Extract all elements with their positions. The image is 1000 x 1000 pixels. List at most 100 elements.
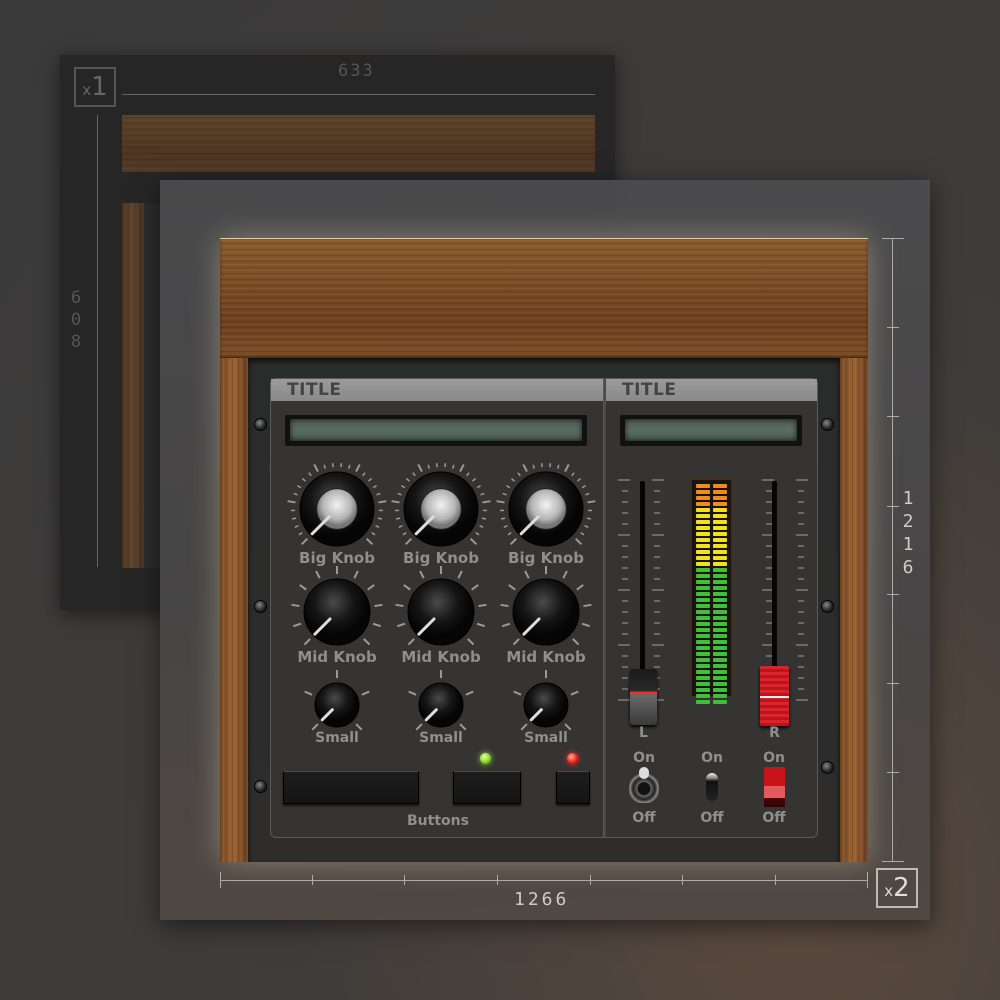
meter-segment <box>696 604 710 608</box>
mid-knob-label: Mid Knob <box>401 648 481 666</box>
x1-width-ruler <box>122 94 595 95</box>
screw-icon <box>822 419 833 430</box>
meter-segment <box>696 640 710 644</box>
meter-segment <box>696 544 710 548</box>
x2-scale-badge: x2 <box>876 868 918 908</box>
meter-segment <box>713 568 727 572</box>
meter-segment <box>713 640 727 644</box>
fader-tick <box>654 578 660 580</box>
meter-segment <box>696 568 710 572</box>
meter-segment <box>713 688 727 692</box>
fader-tick <box>622 633 628 635</box>
meter-segment-row <box>696 700 727 706</box>
screw-icon <box>255 419 266 430</box>
medium-button[interactable] <box>453 771 521 804</box>
fader-tick <box>654 545 660 547</box>
lever-switch[interactable] <box>706 773 718 801</box>
fader-tick <box>654 633 660 635</box>
fader-tick <box>618 589 630 591</box>
meter-segment <box>696 616 710 620</box>
meter-segment <box>713 616 727 620</box>
fader-tick <box>652 589 664 591</box>
fader-tick <box>654 512 660 514</box>
meter-segment <box>713 658 727 662</box>
x1-height-label: 6 0 8 <box>70 288 82 352</box>
fader-tick <box>654 611 660 613</box>
fader-tick <box>622 688 628 690</box>
meter-segment <box>713 574 727 578</box>
buttons-label: Buttons <box>407 813 469 829</box>
fader-tick <box>798 611 804 613</box>
fader-label-right: R <box>769 725 780 741</box>
fader-tick <box>798 512 804 514</box>
red-led-indicator <box>567 753 578 764</box>
x2-height-ruler <box>892 238 893 862</box>
fader-tick <box>798 490 804 492</box>
fader-tick <box>654 666 660 668</box>
meter-segment <box>696 580 710 584</box>
fader-tick <box>622 545 628 547</box>
toggle-switch[interactable] <box>629 767 659 803</box>
meter-segment <box>713 676 727 680</box>
fader-tick <box>622 501 628 503</box>
fader-tick <box>796 589 808 591</box>
meter-segment <box>696 652 710 656</box>
big-knob-3[interactable] <box>491 454 601 564</box>
x2-width-label: 1266 <box>514 889 570 910</box>
level-meter <box>690 478 733 704</box>
wide-button[interactable] <box>283 771 419 804</box>
meter-segment <box>713 670 727 674</box>
rocker-switch[interactable] <box>764 767 785 807</box>
meter-segment <box>696 484 710 488</box>
meter-segment <box>713 484 727 488</box>
meter-segment <box>713 520 727 524</box>
meter-segment <box>696 532 710 536</box>
meter-segment <box>713 562 727 566</box>
fader-label-left: L <box>639 725 648 741</box>
fader-tick <box>798 578 804 580</box>
fader-tick <box>654 501 660 503</box>
fader-handle-right[interactable] <box>760 666 789 726</box>
fader-tick <box>622 677 628 679</box>
x1-height-ruler <box>97 115 98 567</box>
right-wood-side <box>840 358 868 862</box>
fader-tick <box>798 677 804 679</box>
fader-tick <box>798 567 804 569</box>
fader-tick <box>618 699 630 701</box>
fader-tick <box>798 545 804 547</box>
top-wood-panel <box>220 238 868 358</box>
meter-segment <box>696 526 710 530</box>
big-knob-2[interactable] <box>386 454 496 564</box>
small-knob-label: Small <box>524 730 568 746</box>
meter-segment <box>696 520 710 524</box>
meter-segment <box>696 670 710 674</box>
fader-tick <box>798 666 804 668</box>
meter-segment <box>696 490 710 494</box>
fader-tick <box>622 622 628 624</box>
meter-segment <box>713 652 727 656</box>
meter-segment <box>696 700 710 704</box>
section-title: TITLE <box>606 379 817 401</box>
screw-icon <box>822 762 833 773</box>
x1-width-label: 633 <box>338 61 375 81</box>
meter-segment <box>713 544 727 548</box>
rocker-switch-off-label: Off <box>762 810 786 826</box>
x2-width-ruler <box>220 880 868 881</box>
fader-tick <box>622 578 628 580</box>
meter-segment <box>696 688 710 692</box>
meter-segment <box>713 598 727 602</box>
meter-segment <box>696 508 710 512</box>
display-screen <box>620 415 802 446</box>
meter-segment <box>696 586 710 590</box>
meter-segment <box>696 682 710 686</box>
meter-segment <box>696 496 710 500</box>
mixer-section: TITLE L R On Off On Off On Off <box>604 378 818 838</box>
meter-segment <box>713 664 727 668</box>
fader-tick <box>798 600 804 602</box>
fader-tick <box>622 556 628 558</box>
fader-tick <box>652 644 664 646</box>
small-button[interactable] <box>556 771 590 804</box>
fader-handle-left[interactable] <box>630 669 657 725</box>
big-knob-1[interactable] <box>282 454 392 564</box>
meter-segment <box>713 550 727 554</box>
